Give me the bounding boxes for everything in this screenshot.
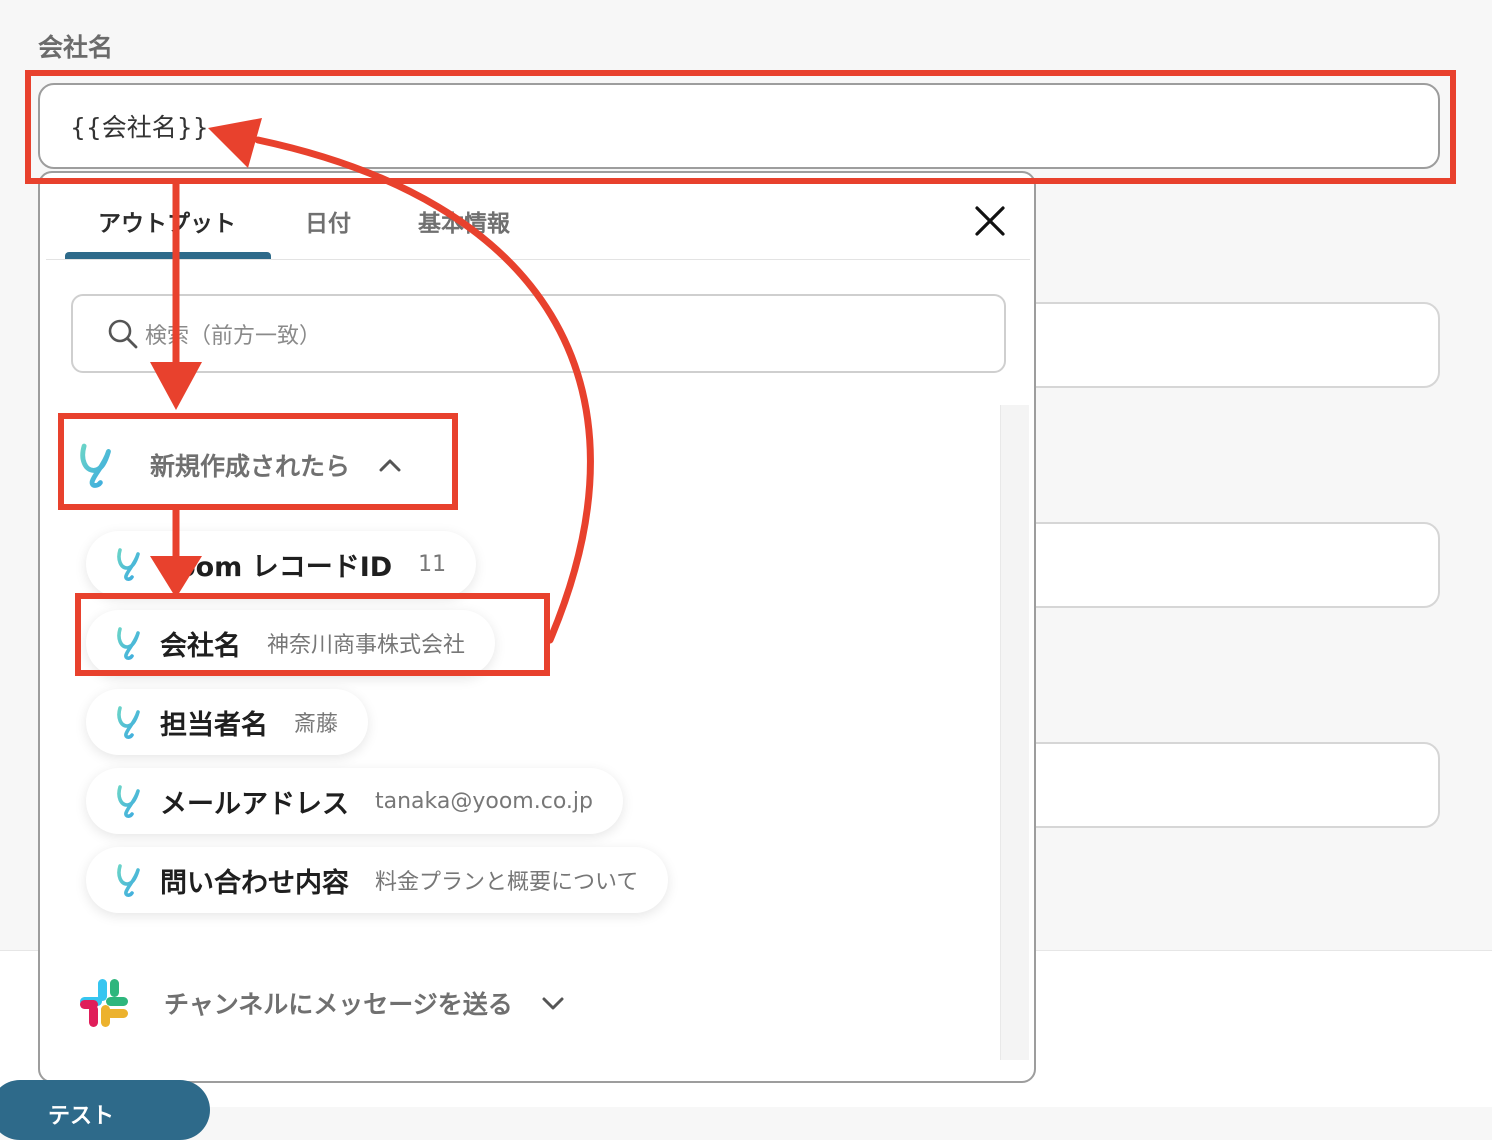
output-item-label: メールアドレス — [160, 788, 349, 820]
tab-date[interactable]: 日付 — [305, 204, 351, 238]
output-item-company-name[interactable]: 会社名 神奈川商事株式会社 — [86, 610, 496, 676]
background-field[interactable] — [1000, 302, 1440, 388]
output-item-email[interactable]: メールアドレス tanaka@yoom.co.jp — [86, 768, 623, 834]
company-name-input[interactable]: {{会社名}} — [38, 83, 1440, 169]
tab-divider — [46, 259, 1030, 260]
scrollbar[interactable] — [1000, 405, 1029, 1060]
output-item-label: 担当者名 — [160, 709, 268, 741]
search-input[interactable]: 検索（前方一致） — [71, 294, 1006, 373]
output-item-inquiry[interactable]: 問い合わせ内容 料金プランと概要について — [86, 847, 669, 913]
output-item-value: 料金プランと概要について — [375, 870, 639, 895]
company-name-input-value: {{会社名}} — [70, 113, 209, 142]
tab-output[interactable]: アウトプット — [98, 204, 236, 238]
output-item-label: Yoom レコードID — [160, 551, 393, 583]
variable-picker-popup: アウトプット 日付 基本情報 検索（前方一致） 新規作成されたら Yoom レコ… — [38, 171, 1036, 1083]
background-field[interactable] — [1000, 522, 1440, 608]
output-item-contact-name[interactable]: 担当者名 斎藤 — [86, 689, 369, 755]
search-placeholder: 検索（前方一致） — [145, 323, 322, 349]
search-icon — [108, 319, 138, 348]
active-tab-indicator — [65, 252, 271, 259]
close-button[interactable] — [972, 203, 1008, 239]
chevron-down-icon — [542, 997, 564, 1010]
tab-basic-info[interactable]: 基本情報 — [418, 204, 510, 238]
yoom-logo-icon — [114, 862, 148, 898]
output-item-value: tanaka@yoom.co.jp — [375, 788, 593, 814]
background-field[interactable] — [1000, 742, 1440, 828]
trigger-group-header[interactable]: 新規作成されたら — [76, 425, 402, 505]
test-button[interactable]: テスト — [0, 1080, 210, 1140]
slack-group-header[interactable]: チャンネルにメッセージを送る — [76, 973, 565, 1033]
yoom-logo-icon — [114, 546, 148, 582]
field-label: 会社名 — [38, 33, 114, 62]
output-item-label: 会社名 — [160, 630, 241, 662]
output-item-record-id[interactable]: Yoom レコードID 11 — [86, 531, 477, 597]
yoom-logo-icon — [76, 436, 122, 494]
trigger-group-title: 新規作成されたら — [150, 452, 351, 481]
yoom-logo-icon — [114, 783, 148, 819]
output-item-value: 11 — [418, 551, 447, 577]
yoom-logo-icon — [114, 625, 148, 661]
slack-logo-icon — [80, 979, 128, 1027]
yoom-logo-icon — [114, 704, 148, 740]
slack-group-title: チャンネルにメッセージを送る — [164, 990, 513, 1019]
chevron-up-icon — [379, 459, 401, 472]
output-item-value: 神奈川商事株式会社 — [267, 633, 466, 658]
output-item-value: 斎藤 — [294, 712, 339, 737]
close-icon — [975, 206, 1005, 236]
output-item-label: 問い合わせ内容 — [160, 867, 349, 899]
